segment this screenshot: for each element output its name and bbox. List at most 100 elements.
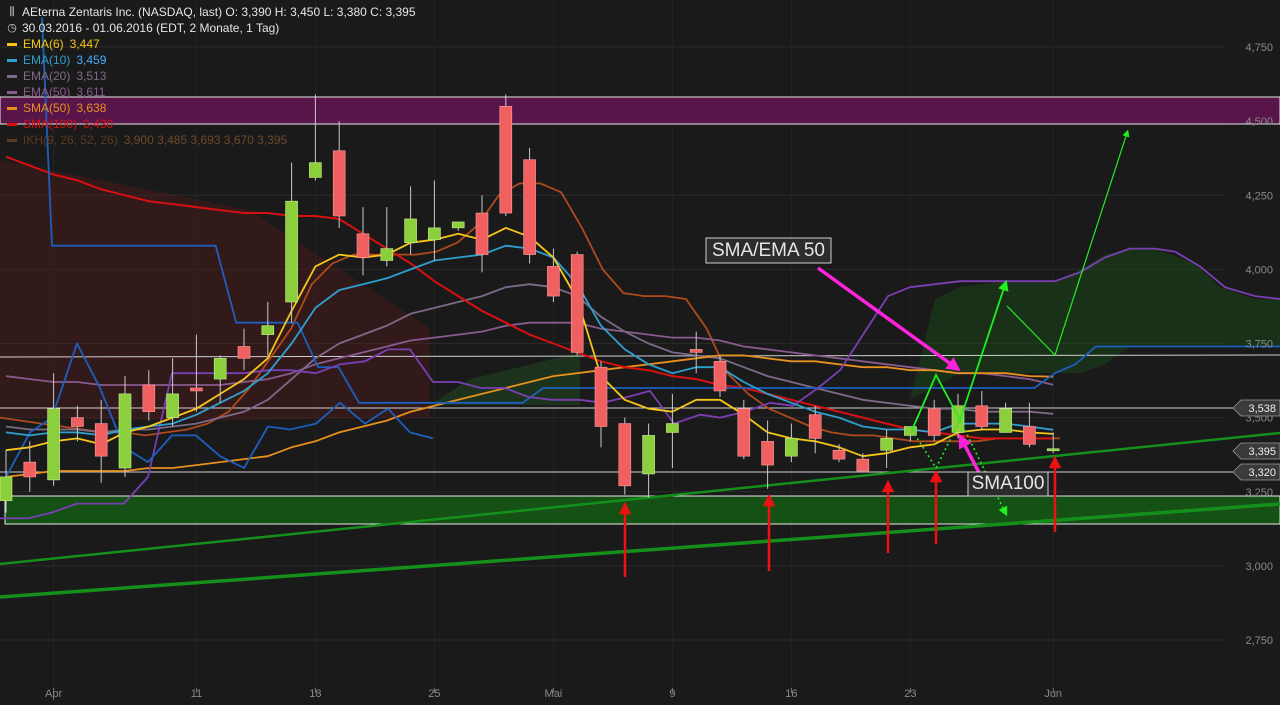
x-tick-label: 16 (785, 688, 797, 700)
candle-body (261, 325, 275, 335)
legend-label: SMA(100) (23, 117, 78, 131)
candle-body (213, 358, 227, 380)
x-tick-label: 11 (191, 688, 202, 700)
y-tick-label: 4,750 (1245, 42, 1273, 54)
candle-body (23, 461, 37, 478)
candle-body (190, 387, 203, 392)
x-tick-label: 25 (428, 688, 440, 700)
legend-swatch (7, 138, 17, 142)
y-tick-label: 3,750 (1245, 339, 1273, 351)
y-tick-label: 3,000 (1245, 561, 1273, 573)
candle-body (642, 435, 655, 475)
y-tick-label: 2,750 (1245, 635, 1273, 647)
candle-body (118, 393, 132, 469)
candle-body (451, 221, 465, 229)
candle-body (404, 218, 417, 243)
candle-body (570, 254, 584, 353)
legend-swatch (7, 122, 17, 126)
legend-label: EMA(6) (23, 37, 64, 51)
chart-header: ⫼ AEterna Zentaris Inc. (NASDAQ, last) O… (6, 4, 416, 148)
candle-body (785, 438, 798, 457)
y-tick-label: 4,000 (1245, 264, 1273, 276)
legend-item[interactable]: EMA(6) 3,447 (6, 36, 416, 52)
y-tick-label: 4,500 (1245, 116, 1273, 128)
candle-body (880, 438, 893, 451)
x-tick-label: Apr (45, 688, 62, 700)
legend-swatch (7, 74, 17, 78)
x-tick-label: 18 (309, 688, 321, 700)
candle-body (428, 227, 441, 241)
candle-body (713, 360, 727, 392)
x-tick-label: 23 (904, 688, 916, 700)
instrument-title: AEterna Zentaris Inc. (NASDAQ, last) O: … (22, 5, 416, 19)
candle-body (142, 384, 156, 412)
candle-body (309, 162, 322, 178)
legend-item[interactable]: EMA(20) 3,513 (6, 68, 416, 84)
candle-body (808, 414, 822, 439)
candle-body (47, 408, 60, 481)
candle-body (927, 408, 941, 436)
legend-label: EMA(50) (23, 85, 71, 99)
candle-body (94, 423, 108, 457)
date-range: 30.03.2016 - 01.06.2016 (EDT, 2 Monate, … (22, 21, 280, 35)
price-label: 3,538 (1248, 403, 1276, 415)
candle-body (71, 417, 84, 427)
sma100-label: SMA100 (972, 473, 1045, 494)
x-tick-label: 9 (669, 688, 675, 700)
legend-item[interactable]: EMA(10) 3,459 (6, 52, 416, 68)
candle-body (975, 405, 989, 427)
legend-swatch (7, 90, 17, 94)
legend-label: EMA(10) (23, 53, 71, 67)
legend-item[interactable]: SMA(50) 3,638 (6, 100, 416, 116)
candle-body (499, 106, 513, 214)
candle-body (0, 476, 13, 501)
legend-value: 3,447 (69, 37, 100, 51)
candle-body (523, 159, 536, 255)
legend-item[interactable]: EMA(50) 3,611 (6, 84, 416, 100)
candle-body (737, 408, 751, 457)
candle-body (380, 248, 394, 261)
legend-swatch (7, 42, 17, 46)
legend-value: 3,638 (76, 101, 107, 115)
candle-body (1046, 448, 1060, 452)
legend-swatch (7, 106, 17, 110)
candle-body (285, 200, 298, 303)
sma-ema50-label: SMA/EMA 50 (712, 240, 825, 261)
candle-body (999, 408, 1012, 433)
x-tick-label: Mai (545, 688, 563, 700)
price-label: 3,320 (1248, 467, 1276, 479)
y-tick-label: 4,250 (1245, 190, 1273, 202)
legend-value: 3,900 3,485 3,693 3,670 3,395 (123, 133, 288, 147)
candle-body (666, 423, 679, 433)
legend-item[interactable]: SMA(100) 3,430 (6, 116, 416, 132)
candle-body (547, 266, 560, 297)
legend-label: EMA(20) (23, 69, 71, 83)
candle-body (475, 212, 489, 255)
legend-label: SMA(50) (23, 101, 71, 115)
candle-body (1023, 426, 1036, 445)
legend-value: 3,513 (76, 69, 107, 83)
candle-body (761, 441, 774, 466)
candle-body (332, 150, 346, 217)
candle-body (832, 449, 846, 460)
candle-body (237, 346, 251, 359)
y-tick-label: 3,250 (1245, 487, 1273, 499)
legend-value: 3,611 (76, 85, 106, 99)
candle-body (166, 393, 179, 418)
legend-item[interactable]: IKH(9, 26, 52, 26) 3,900 3,485 3,693 3,67… (6, 132, 416, 148)
candle-body (594, 366, 608, 427)
indicator-legend: EMA(6) 3,447 EMA(10) 3,459 EMA(20) 3,513 EMA(5… (6, 36, 416, 148)
x-tick-label: Jun (1044, 688, 1062, 700)
legend-value: 3,430 (83, 117, 114, 131)
candle-body (356, 233, 370, 258)
support-zone (4, 495, 1280, 525)
candlestick-chart-icon: ⫼ (9, 6, 15, 18)
candle-body (904, 426, 917, 436)
price-label: 3,395 (1248, 446, 1276, 458)
candle-body (618, 423, 632, 487)
legend-swatch (7, 58, 17, 62)
clock-icon: ◷ (7, 22, 17, 34)
candle-body (689, 349, 703, 353)
legend-label: IKH(9, 26, 52, 26) (23, 133, 118, 147)
candle-body (856, 458, 870, 472)
